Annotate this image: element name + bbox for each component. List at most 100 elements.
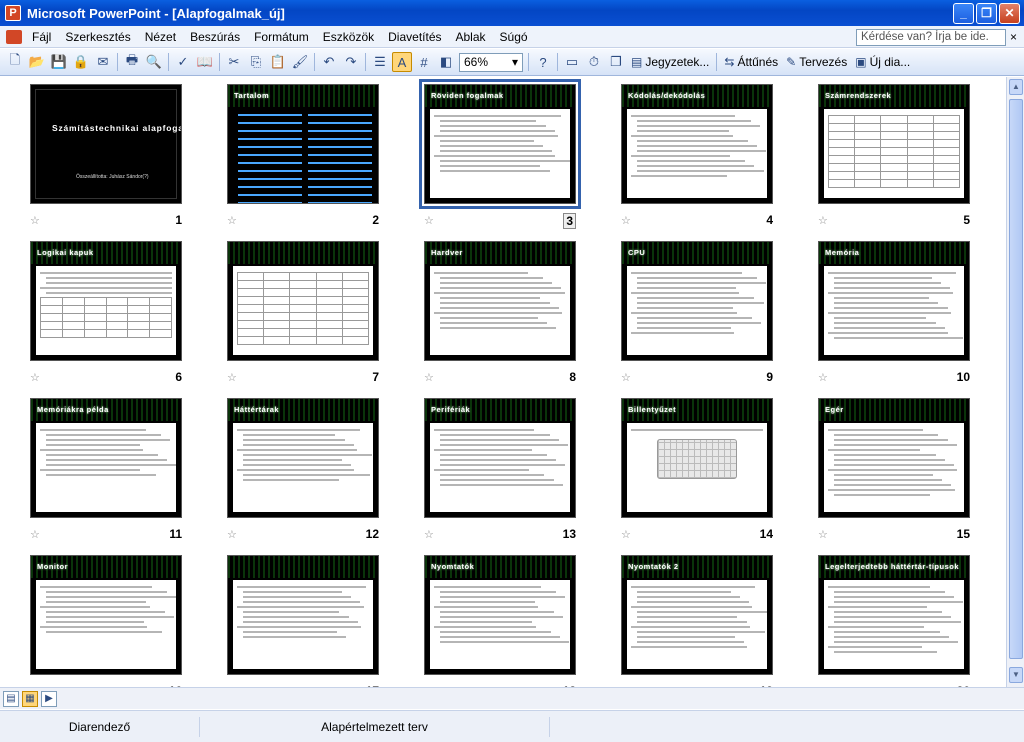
menu-edit[interactable]: Szerkesztés [58,30,137,44]
menu-file[interactable]: Fájl [25,30,58,44]
transition-star-icon[interactable]: ☆ [424,371,434,384]
transition-star-icon[interactable]: ☆ [227,528,237,541]
slide-thumbnail[interactable]: ☆17 [227,555,387,687]
email-icon[interactable]: ✉ [93,52,113,72]
notes-button[interactable]: ▤ Jegyzetek... [627,55,713,69]
formatting-icon[interactable]: A [392,52,412,72]
expand-all-icon[interactable]: ☰ [370,52,390,72]
slide-preview[interactable]: Logikai kapuk [30,241,182,361]
print-icon[interactable]: 🖶 [122,52,142,72]
slide-preview[interactable]: Monitor [30,555,182,675]
slide-thumbnail[interactable]: Memória ☆ 10 [818,241,978,391]
format-painter-icon[interactable]: 🖌 [290,52,310,72]
transition-star-icon[interactable]: ☆ [621,528,631,541]
slide-preview[interactable]: Röviden fogalmak [419,79,581,209]
transition-star-icon[interactable]: ☆ [424,528,434,541]
save-icon[interactable]: 💾 [49,52,69,72]
restore-button[interactable]: ❐ [976,2,997,24]
design-button[interactable]: ✎ Tervezés [782,55,851,69]
document-icon[interactable] [6,29,22,44]
slide-thumbnail[interactable]: Logikai kapuk ☆ 6 [30,241,190,391]
spelling-icon[interactable]: ✓ [173,52,193,72]
transition-star-icon[interactable]: ☆ [818,214,828,227]
zoom-select[interactable]: 66% ▾ [459,52,523,72]
slide-thumbnail[interactable]: Háttértárak ☆ 12 [227,398,387,548]
transition-star-icon[interactable]: ☆ [227,371,237,384]
undo-icon[interactable]: ↶ [319,52,339,72]
slide-thumbnail[interactable]: Monitor☆16 [30,555,190,687]
slide-thumbnail[interactable]: Billentyűzet ☆ 14 [621,398,781,548]
transition-star-icon[interactable]: ☆ [30,528,40,541]
menu-tools[interactable]: Eszközök [316,30,381,44]
minimize-button[interactable]: _ [953,2,974,24]
slide-thumbnail[interactable]: ☆ 7 [227,241,387,391]
scroll-up-icon[interactable]: ▲ [1009,79,1023,95]
slide-preview[interactable]: Nyomtatók [424,555,576,675]
color-grayscale-icon[interactable]: ◧ [436,52,456,72]
slideshow-view-icon[interactable]: ▶ [41,690,57,707]
slide-thumbnail[interactable]: Kódolás/dekódolás ☆ 4 [621,84,781,234]
open-icon[interactable]: 📂 [27,52,47,72]
summary-slide-icon[interactable]: ❐ [606,52,626,72]
rehearse-timings-icon[interactable]: ⏱ [584,52,604,72]
transition-star-icon[interactable]: ☆ [621,214,631,227]
horizontal-scrollbar[interactable] [60,691,1006,707]
close-button[interactable]: ✕ [999,2,1020,24]
slide-preview[interactable]: Legelterjedtebb háttértár-típusok [818,555,970,675]
slide-thumbnail[interactable]: Röviden fogalmak ☆ 3 [419,79,584,234]
transition-star-icon[interactable]: ☆ [30,214,40,227]
help-search-input[interactable]: Kérdése van? Írja be ide. [856,29,1006,46]
permission-icon[interactable]: 🔒 [71,52,91,72]
slide-preview[interactable]: CPU [621,241,773,361]
transition-star-icon[interactable]: ☆ [30,371,40,384]
slide-preview[interactable]: Memória [818,241,970,361]
transition-star-icon[interactable]: ☆ [818,528,828,541]
transition-star-icon[interactable]: ☆ [818,371,828,384]
slide-preview[interactable]: Számrendszerek [818,84,970,204]
slide-thumbnail[interactable]: Számrendszerek ☆ 5 [818,84,978,234]
transition-star-icon[interactable]: ☆ [424,214,434,227]
menu-view[interactable]: Nézet [138,30,183,44]
slide-preview[interactable] [227,241,379,361]
menu-insert[interactable]: Beszúrás [183,30,247,44]
scroll-thumb[interactable] [1009,99,1023,659]
menu-slideshow[interactable]: Diavetítés [381,30,448,44]
slide-thumbnail[interactable]: CPU ☆ 9 [621,241,781,391]
hide-slide-icon[interactable]: ▭ [562,52,582,72]
slide-thumbnail[interactable]: Memóriákra példa ☆ 11 [30,398,190,548]
help-icon[interactable]: ? [533,52,553,72]
transition-star-icon[interactable]: ☆ [621,371,631,384]
slide-preview[interactable]: Kódolás/dekódolás [621,84,773,204]
redo-icon[interactable]: ↷ [341,52,361,72]
slide-sorter-view-icon[interactable]: ▦ [22,690,38,707]
transition-star-icon[interactable]: ☆ [227,214,237,227]
print-preview-icon[interactable]: 🔍 [144,52,164,72]
slide-thumbnail[interactable]: Nyomtatók☆18 [424,555,584,687]
new-icon[interactable]: 🗋 [5,52,25,72]
slide-preview[interactable]: Memóriákra példa [30,398,182,518]
copy-icon[interactable]: ⎘ [246,52,266,72]
vertical-scrollbar[interactable]: ▲ ▼ [1006,77,1024,687]
slide-thumbnail[interactable]: Számítástechnikai alapfogalmak Összeállít… [30,84,190,234]
slide-preview[interactable]: Hardver [424,241,576,361]
menu-format[interactable]: Formátum [247,30,316,44]
close-document-button[interactable]: × [1010,30,1017,44]
grid-icon[interactable]: # [414,52,434,72]
slide-preview[interactable]: Nyomtatók 2 [621,555,773,675]
slide-preview[interactable] [227,555,379,675]
slide-preview[interactable]: Tartalom [227,84,379,204]
normal-view-icon[interactable]: ▤ [3,690,19,707]
slide-thumbnail[interactable]: Perifériák ☆ 13 [424,398,584,548]
new-slide-button[interactable]: ▣ Új dia... [851,55,914,69]
slide-thumbnail[interactable]: Nyomtatók 2☆19 [621,555,781,687]
cut-icon[interactable]: ✂ [224,52,244,72]
research-icon[interactable]: 📖 [195,52,215,72]
slide-preview[interactable]: Háttértárak [227,398,379,518]
menu-help[interactable]: Súgó [493,30,535,44]
transition-button[interactable]: ⇆ Áttűnés [720,55,782,69]
slide-preview[interactable]: Számítástechnikai alapfogalmak Összeállít… [30,84,182,204]
slide-preview[interactable]: Perifériák [424,398,576,518]
scroll-down-icon[interactable]: ▼ [1009,667,1023,683]
paste-icon[interactable]: 📋 [268,52,288,72]
slide-preview[interactable]: Billentyűzet [621,398,773,518]
